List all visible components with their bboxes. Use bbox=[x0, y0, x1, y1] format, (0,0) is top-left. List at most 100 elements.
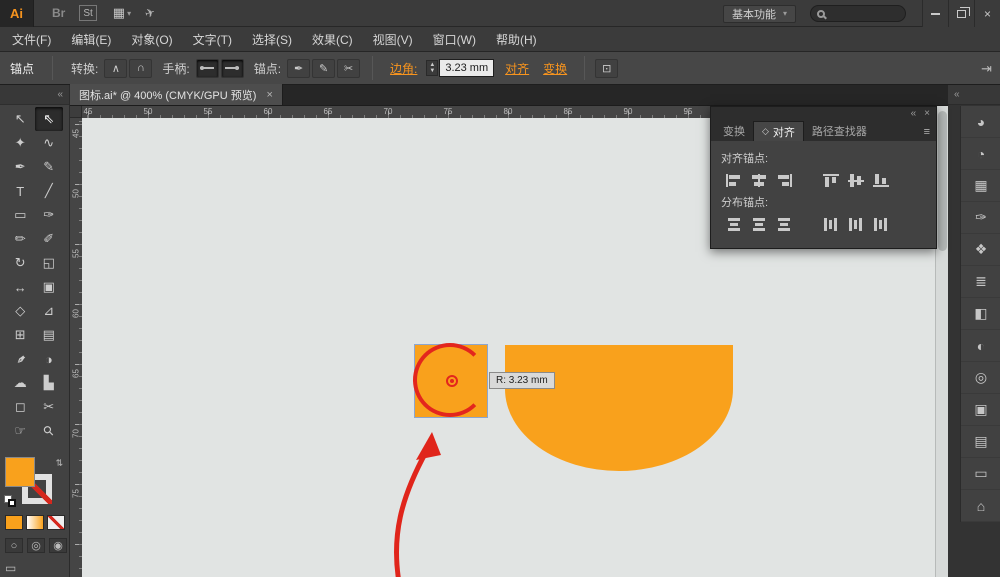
distribute-right-button[interactable] bbox=[868, 214, 893, 234]
dock-graphic-styles-icon[interactable]: ▣ bbox=[961, 394, 1000, 426]
ruler-origin-corner[interactable] bbox=[70, 106, 82, 118]
dock-symbols-icon[interactable]: ❖ bbox=[961, 234, 1000, 266]
arrange-documents-icon[interactable]: ▦ bbox=[113, 5, 125, 21]
show-handles-button[interactable] bbox=[195, 58, 219, 78]
vertical-ruler[interactable]: 45 50 55 60 65 70 75 bbox=[70, 118, 82, 577]
shape-builder-tool[interactable]: ◇ bbox=[6, 299, 35, 323]
panel-collapse-icon[interactable]: « bbox=[911, 108, 917, 119]
panel-menu-icon[interactable]: ≡ bbox=[924, 126, 930, 138]
dock-color-guide-icon[interactable]: ◔ bbox=[961, 138, 1000, 170]
share-icon[interactable]: ✈ bbox=[143, 5, 157, 22]
gradient-button[interactable] bbox=[26, 515, 44, 530]
distribute-h-center-button[interactable] bbox=[843, 214, 868, 234]
workspace-switcher-button[interactable]: 基本功能 ▾ bbox=[722, 4, 796, 23]
slice-tool[interactable]: ✂ bbox=[35, 395, 64, 419]
hide-handles-button[interactable] bbox=[220, 58, 244, 78]
distribute-bottom-button[interactable] bbox=[771, 214, 796, 234]
none-button[interactable] bbox=[47, 515, 65, 530]
close-button[interactable]: × bbox=[974, 0, 1000, 27]
swap-fill-stroke-icon[interactable]: ⇄ bbox=[54, 459, 65, 467]
distribute-v-center-button[interactable] bbox=[746, 214, 771, 234]
bridge-button[interactable]: Br bbox=[52, 6, 65, 20]
menu-type[interactable]: 文字(T) bbox=[193, 31, 232, 48]
close-tab-icon[interactable]: × bbox=[266, 89, 272, 101]
menu-view[interactable]: 视图(V) bbox=[373, 31, 413, 48]
dock-artboards-icon[interactable]: ▭ bbox=[961, 458, 1000, 490]
rotate-tool[interactable]: ↻ bbox=[6, 251, 35, 275]
distribute-top-button[interactable] bbox=[721, 214, 746, 234]
rectangle-tool[interactable]: ▭ bbox=[6, 203, 35, 227]
dock-libraries-icon[interactable]: ⌂ bbox=[961, 490, 1000, 522]
column-graph-tool[interactable]: ▙ bbox=[35, 371, 64, 395]
blend-tool[interactable]: ◑ bbox=[35, 347, 64, 371]
semicircle-bottom-shape[interactable] bbox=[505, 345, 733, 471]
menu-object[interactable]: 对象(O) bbox=[131, 31, 172, 48]
convert-smooth-button[interactable]: ∩ bbox=[129, 58, 153, 78]
dock-transparency-icon[interactable]: ◐ bbox=[961, 330, 1000, 362]
dock-collapse-icon[interactable]: « bbox=[948, 85, 1000, 105]
free-transform-tool[interactable]: ▣ bbox=[35, 275, 64, 299]
distribute-left-button[interactable] bbox=[818, 214, 843, 234]
perspective-grid-tool[interactable]: ⊿ bbox=[35, 299, 64, 323]
menu-help[interactable]: 帮助(H) bbox=[496, 31, 537, 48]
fill-color-swatch[interactable] bbox=[5, 457, 35, 487]
search-input[interactable] bbox=[829, 8, 899, 19]
width-tool[interactable]: ↔ bbox=[6, 275, 35, 299]
dock-layers-icon[interactable]: ▤ bbox=[961, 426, 1000, 458]
default-fill-stroke-icon[interactable] bbox=[4, 495, 18, 507]
pencil-tool[interactable]: ✏ bbox=[6, 227, 35, 251]
dock-stroke-icon[interactable]: ≣ bbox=[961, 266, 1000, 298]
symbol-sprayer-tool[interactable]: ☁ bbox=[6, 371, 35, 395]
line-tool[interactable]: ╱ bbox=[35, 179, 64, 203]
minimize-button[interactable] bbox=[922, 0, 948, 27]
menu-edit[interactable]: 编辑(E) bbox=[71, 31, 111, 48]
color-button[interactable] bbox=[5, 515, 23, 530]
corners-link[interactable]: 边角: bbox=[390, 60, 417, 77]
menu-select[interactable]: 选择(S) bbox=[252, 31, 292, 48]
document-tab[interactable]: 图标.ai* @ 400% (CMYK/GPU 预览) × bbox=[70, 84, 283, 105]
lasso-tool[interactable]: ∿ bbox=[35, 131, 64, 155]
menu-window[interactable]: 窗口(W) bbox=[433, 31, 476, 48]
align-right-button[interactable] bbox=[771, 170, 796, 190]
menu-file[interactable]: 文件(F) bbox=[12, 31, 51, 48]
stock-button[interactable]: St bbox=[79, 5, 97, 21]
corner-radius-value[interactable]: 3.23 mm bbox=[439, 59, 495, 77]
tools-collapse-icon[interactable]: « bbox=[0, 85, 69, 105]
align-top-button[interactable] bbox=[818, 170, 843, 190]
shaper-tool[interactable]: ✐ bbox=[35, 227, 64, 251]
gradient-tool[interactable]: ▤ bbox=[35, 323, 64, 347]
convert-corner-button[interactable]: ∧ bbox=[104, 58, 128, 78]
selection-tool[interactable]: ↖ bbox=[6, 107, 35, 131]
search-box[interactable] bbox=[810, 5, 906, 22]
remove-anchor-button[interactable]: ✒ bbox=[287, 58, 311, 78]
stepper[interactable]: ▲ ▼ bbox=[426, 60, 439, 76]
dock-brushes-icon[interactable]: ✑ bbox=[961, 202, 1000, 234]
cut-path-button[interactable]: ✂ bbox=[337, 58, 361, 78]
stepper-down-icon[interactable]: ▼ bbox=[429, 68, 435, 74]
dock-gradient-icon[interactable]: ◧ bbox=[961, 298, 1000, 330]
dock-appearance-icon[interactable]: ◎ bbox=[961, 362, 1000, 394]
draw-behind-button[interactable]: ◎ bbox=[27, 538, 45, 553]
restore-button[interactable] bbox=[948, 0, 974, 27]
connect-path-button[interactable]: ✎ bbox=[312, 58, 336, 78]
curvature-tool[interactable]: ✎ bbox=[35, 155, 64, 179]
screen-mode-button[interactable]: ▭ bbox=[0, 553, 16, 575]
corner-widget-target[interactable] bbox=[446, 375, 458, 387]
scrollbar-thumb[interactable] bbox=[938, 111, 947, 251]
align-h-center-button[interactable] bbox=[746, 170, 771, 190]
transform-link[interactable]: 变换 bbox=[543, 60, 567, 77]
artboard-tool[interactable]: ◻ bbox=[6, 395, 35, 419]
tab-pathfinder[interactable]: 路径查找器 bbox=[804, 121, 875, 141]
dock-control-panel-icon[interactable]: ⇥ bbox=[981, 52, 992, 85]
panel-close-icon[interactable]: × bbox=[924, 108, 930, 119]
hand-tool[interactable]: ☞ bbox=[6, 419, 35, 443]
zoom-tool[interactable]: ⚲ bbox=[35, 419, 64, 443]
dock-swatches-icon[interactable]: ▦ bbox=[961, 170, 1000, 202]
type-tool[interactable]: T bbox=[6, 179, 35, 203]
magic-wand-tool[interactable]: ✦ bbox=[6, 131, 35, 155]
draw-normal-button[interactable]: ○ bbox=[5, 538, 23, 553]
align-bottom-button[interactable] bbox=[868, 170, 893, 190]
mesh-tool[interactable]: ⊞ bbox=[6, 323, 35, 347]
draw-inside-button[interactable]: ◉ bbox=[49, 538, 67, 553]
align-link[interactable]: 对齐 bbox=[505, 60, 529, 77]
